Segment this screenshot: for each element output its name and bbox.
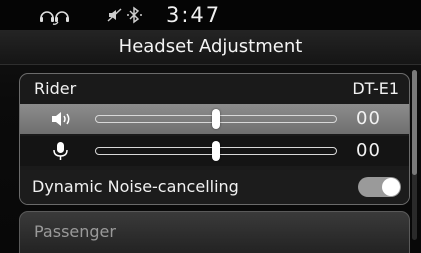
page-header: Headset Adjustment	[0, 30, 421, 65]
speaker-volume-row[interactable]: 00	[20, 104, 409, 134]
passenger-panel[interactable]: Passenger	[19, 211, 410, 253]
mic-volume-knob[interactable]	[212, 141, 220, 161]
speaker-icon	[52, 112, 70, 126]
speaker-volume-slider[interactable]	[95, 109, 337, 129]
rider-label: Rider	[34, 79, 77, 98]
clock: 3:47	[166, 3, 222, 27]
mic-volume-value: 00	[356, 140, 381, 161]
mic-volume-slider[interactable]	[95, 141, 337, 161]
speaker-volume-knob[interactable]	[212, 109, 220, 129]
speaker-volume-value: 00	[356, 108, 381, 129]
rider-panel: Rider DT-E1 00 00 Dynamic Noise-cancelli…	[19, 73, 410, 205]
passenger-label: Passenger	[34, 222, 116, 241]
mic-volume-row[interactable]: 00	[20, 136, 409, 166]
mute-icon	[107, 8, 122, 22]
page-title: Headset Adjustment	[118, 36, 303, 57]
rider-header: Rider DT-E1	[20, 74, 409, 103]
scrollbar[interactable]	[412, 70, 417, 240]
toggle-thumb	[382, 178, 400, 196]
noise-cancelling-label: Dynamic Noise-cancelling	[32, 177, 239, 196]
headset-adjustment-screen: 3:47 Headset Adjustment Rider DT-E1 00 0…	[0, 0, 421, 253]
noise-cancelling-toggle[interactable]	[358, 177, 401, 197]
noise-cancelling-row[interactable]: Dynamic Noise-cancelling	[20, 170, 409, 204]
status-bar: 3:47	[0, 0, 421, 30]
headset-pair-icon	[40, 11, 69, 25]
scrollbar-thumb[interactable]	[412, 70, 417, 175]
device-name: DT-E1	[352, 79, 399, 98]
microphone-icon	[53, 142, 68, 160]
bluetooth-icon	[127, 6, 142, 24]
